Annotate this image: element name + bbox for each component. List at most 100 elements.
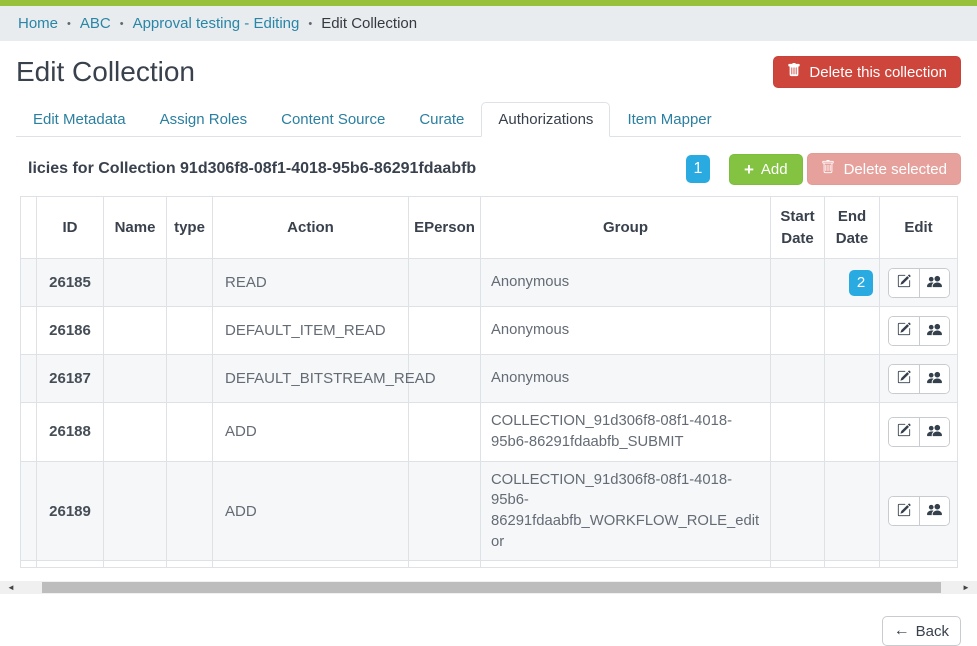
step-badge-2: 2 xyxy=(849,270,873,296)
policy-group-cell: Anonymous xyxy=(481,259,771,307)
horizontal-scrollbar[interactable]: ◄ ► xyxy=(0,581,977,594)
policy-id-cell: 26185 xyxy=(37,259,104,307)
column-header: EPerson xyxy=(409,197,481,259)
policy-name-cell xyxy=(104,355,167,403)
edit-button-group xyxy=(888,364,950,394)
policy-action-cell: ADD xyxy=(213,461,409,561)
column-header: Group xyxy=(481,197,771,259)
policy-type-cell xyxy=(167,355,213,403)
policy-name-cell xyxy=(104,403,167,461)
back-button[interactable]: ← Back xyxy=(882,616,961,646)
scroll-right-arrow-icon[interactable]: ► xyxy=(959,581,973,594)
trash-icon xyxy=(787,63,801,81)
people-icon xyxy=(927,502,942,520)
policy-end-date-cell xyxy=(825,461,880,561)
people-icon xyxy=(927,274,942,292)
edit-group-button[interactable] xyxy=(919,365,949,393)
pencil-square-icon xyxy=(897,370,911,387)
trash-icon xyxy=(821,160,835,178)
policy-end-date-cell: 2 xyxy=(825,259,880,307)
row-select-cell xyxy=(21,307,37,355)
delete-collection-label: Delete this collection xyxy=(809,64,947,81)
people-icon xyxy=(927,370,942,388)
policy-group-cell: COLLECTION_91d306f8-08f1-4018-95b6-86291… xyxy=(481,461,771,561)
breadcrumb-item[interactable]: Home xyxy=(18,15,58,32)
scrollbar-thumb[interactable] xyxy=(42,582,941,593)
edit-button-group xyxy=(888,496,950,526)
tab-curate[interactable]: Curate xyxy=(402,102,481,137)
breadcrumb: Home•ABC•Approval testing - Editing•Edit… xyxy=(0,6,977,41)
policy-end-date-cell xyxy=(825,307,880,355)
policy-action-cell: ADD xyxy=(213,403,409,461)
edit-button-group xyxy=(888,268,950,298)
policy-edit-cell xyxy=(880,355,958,403)
breadcrumb-item[interactable]: Approval testing - Editing xyxy=(133,15,300,32)
breadcrumb-item[interactable]: ABC xyxy=(80,15,111,32)
column-header: Name xyxy=(104,197,167,259)
column-header: type xyxy=(167,197,213,259)
column-header: ID xyxy=(37,197,104,259)
policy-name-cell xyxy=(104,307,167,355)
policy-start-date-cell xyxy=(771,259,825,307)
edit-policy-button[interactable] xyxy=(889,269,919,297)
row-select-cell xyxy=(21,461,37,561)
policy-start-date-cell xyxy=(771,307,825,355)
delete-selected-label: Delete selected xyxy=(844,161,947,178)
policy-eperson-cell xyxy=(409,259,481,307)
table-row: 26185 READ Anonymous 2 xyxy=(21,259,958,307)
policies-table-body: 26185 READ Anonymous 2 26186 DEFAULT_ITE… xyxy=(21,259,958,568)
partial-row xyxy=(21,561,958,568)
policy-action-cell: DEFAULT_ITEM_READ xyxy=(213,307,409,355)
column-header xyxy=(21,197,37,259)
breadcrumb-separator: • xyxy=(308,18,312,30)
tab-item-mapper[interactable]: Item Mapper xyxy=(610,102,728,137)
policy-edit-cell xyxy=(880,403,958,461)
column-header: Action xyxy=(213,197,409,259)
edit-policy-button[interactable] xyxy=(889,418,919,446)
edit-group-button[interactable] xyxy=(919,317,949,345)
pencil-square-icon xyxy=(897,274,911,291)
policy-id-cell: 26189 xyxy=(37,461,104,561)
edit-group-button[interactable] xyxy=(919,269,949,297)
row-select-cell xyxy=(21,403,37,461)
plus-icon: + xyxy=(744,161,754,178)
back-label: Back xyxy=(916,623,949,640)
tab-edit-metadata[interactable]: Edit Metadata xyxy=(16,102,143,137)
policy-id-cell: 26187 xyxy=(37,355,104,403)
add-policy-button[interactable]: + Add xyxy=(729,154,803,185)
edit-policy-button[interactable] xyxy=(889,317,919,345)
policies-table-container: IDNametypeActionEPersonGroupStart DateEn… xyxy=(20,196,957,568)
table-row: 26188 ADD COLLECTION_91d306f8-08f1-4018-… xyxy=(21,403,958,461)
column-header: End Date xyxy=(825,197,880,259)
edit-policy-button[interactable] xyxy=(889,365,919,393)
policy-start-date-cell xyxy=(771,355,825,403)
delete-collection-button[interactable]: Delete this collection xyxy=(773,56,961,88)
table-row: 26187 DEFAULT_BITSTREAM_READ Anonymous xyxy=(21,355,958,403)
edit-button-group xyxy=(888,316,950,346)
page-title: Edit Collection xyxy=(16,56,195,88)
policy-eperson-cell xyxy=(409,307,481,355)
policy-edit-cell xyxy=(880,461,958,561)
back-arrow-icon: ← xyxy=(894,622,910,640)
tab-content-source[interactable]: Content Source xyxy=(264,102,402,137)
add-policy-label: Add xyxy=(761,161,788,178)
tab-authorizations[interactable]: Authorizations xyxy=(481,102,610,137)
people-icon xyxy=(927,322,942,340)
tab-bar: Edit MetadataAssign RolesContent SourceC… xyxy=(16,102,961,137)
edit-policy-button[interactable] xyxy=(889,497,919,525)
policy-eperson-cell xyxy=(409,403,481,461)
edit-group-button[interactable] xyxy=(919,497,949,525)
policy-start-date-cell xyxy=(771,461,825,561)
scroll-left-arrow-icon[interactable]: ◄ xyxy=(4,581,18,594)
delete-selected-button[interactable]: Delete selected xyxy=(807,153,961,185)
policy-action-cell: DEFAULT_BITSTREAM_READ xyxy=(213,355,409,403)
breadcrumb-separator: • xyxy=(120,18,124,30)
policy-type-cell xyxy=(167,403,213,461)
row-select-cell xyxy=(21,355,37,403)
table-row: 26189 ADD COLLECTION_91d306f8-08f1-4018-… xyxy=(21,461,958,561)
policy-action-cell: READ xyxy=(213,259,409,307)
tab-assign-roles[interactable]: Assign Roles xyxy=(143,102,265,137)
policies-heading: licies for Collection 91d306f8-08f1-4018… xyxy=(16,160,476,178)
edit-group-button[interactable] xyxy=(919,418,949,446)
policy-group-cell: Anonymous xyxy=(481,355,771,403)
